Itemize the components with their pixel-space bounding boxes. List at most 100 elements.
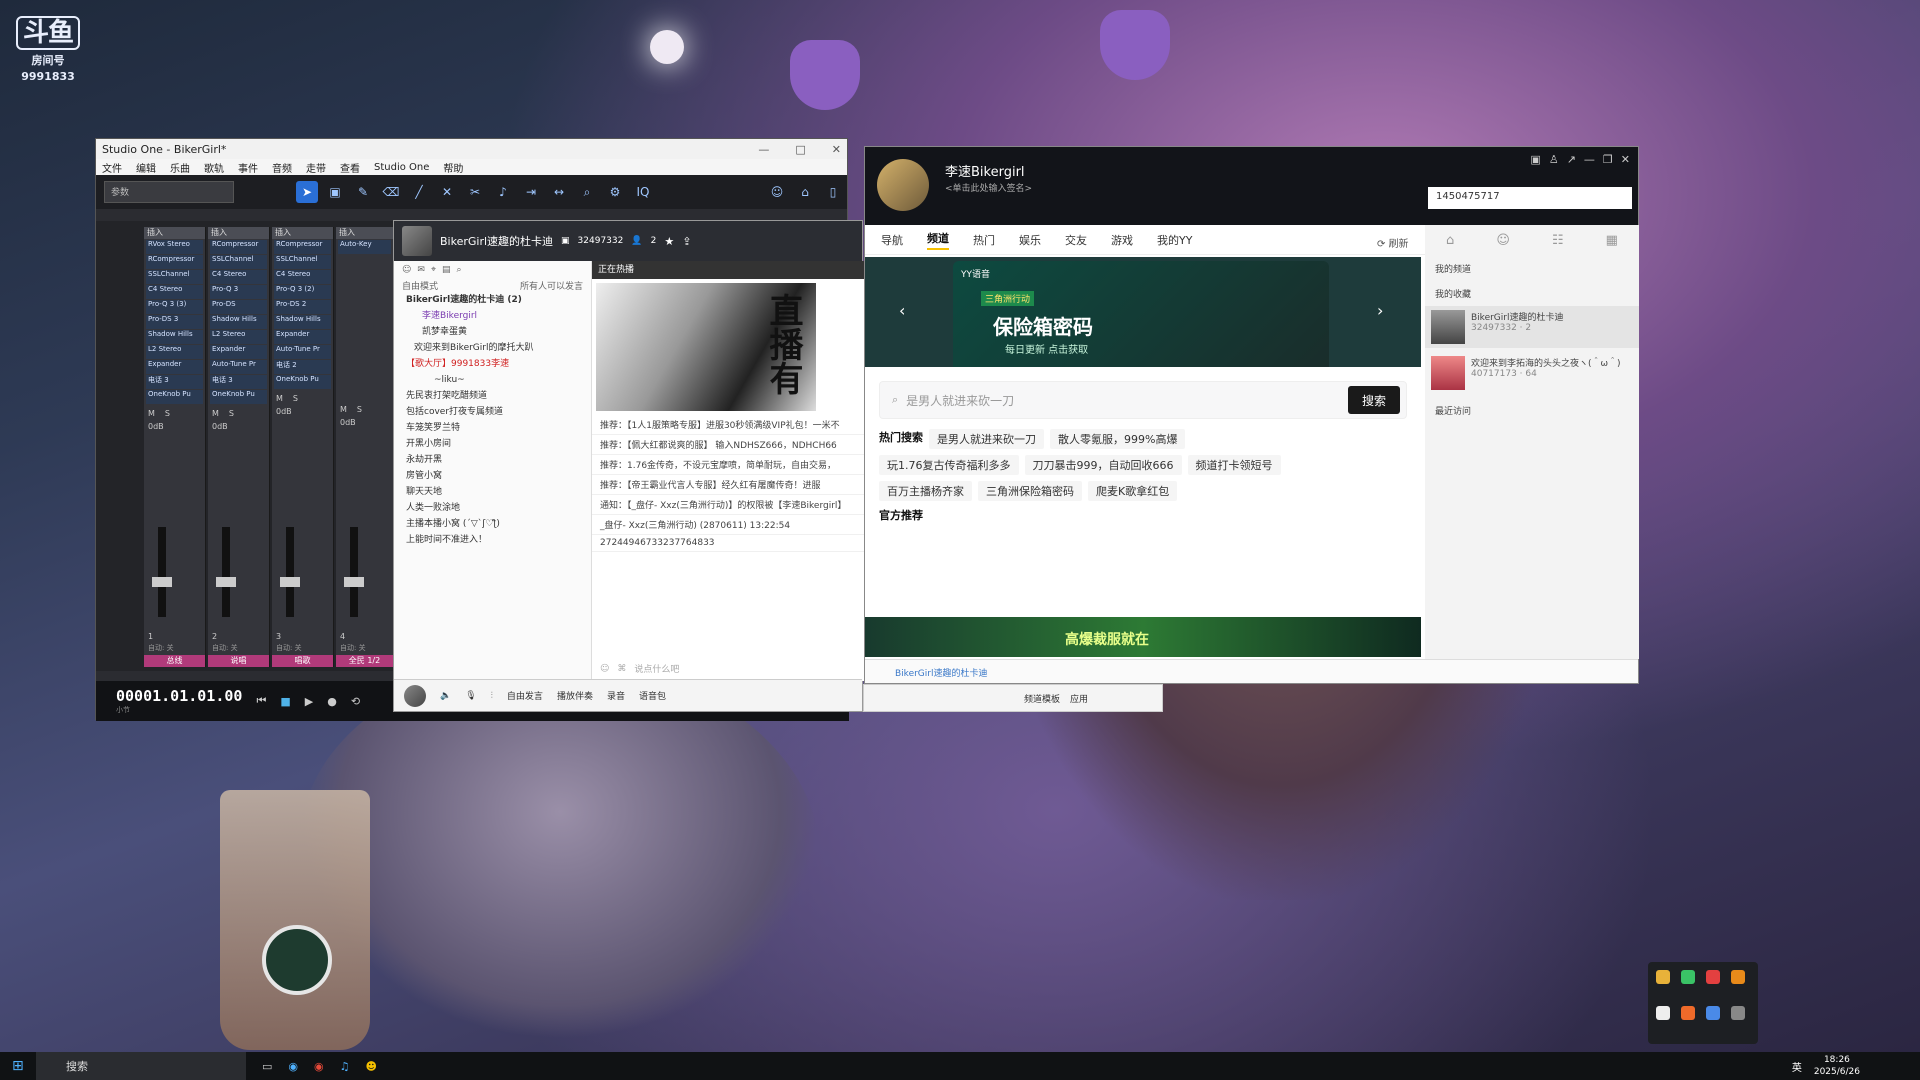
mute-button[interactable]: M: [276, 394, 283, 403]
emoji-icon[interactable]: ☺: [600, 664, 609, 674]
listen-tool-icon[interactable]: ♪: [492, 181, 514, 203]
range-tool-icon[interactable]: ▣: [324, 181, 346, 203]
shirt-icon[interactable]: ♙: [1549, 153, 1559, 166]
home-icon[interactable]: ⌂: [794, 181, 816, 203]
favorites-group[interactable]: 我的收藏: [1425, 281, 1639, 306]
maximize-icon[interactable]: □: [795, 143, 805, 156]
restore-icon[interactable]: ❐: [1603, 153, 1613, 166]
chevron-left-icon[interactable]: ‹: [899, 301, 905, 320]
hot-tag[interactable]: 爬麦K歌拿红包: [1088, 481, 1178, 501]
equalizer-icon[interactable]: ⫶: [491, 691, 493, 701]
self-avatar[interactable]: [404, 684, 426, 707]
zoom-icon[interactable]: ⌕: [576, 181, 598, 203]
fader-knob[interactable]: [216, 577, 236, 587]
channel-item[interactable]: 房管小窝: [394, 468, 591, 484]
insert-slot[interactable]: RCompressor: [274, 240, 331, 254]
profile-signature[interactable]: <单击此处输入签名>: [945, 181, 1032, 194]
hot-tag[interactable]: 刀刀暴击999，自动回收666: [1024, 455, 1182, 475]
channel-item[interactable]: 永劫开黑: [394, 452, 591, 468]
arrow-tool-icon[interactable]: ➤: [296, 181, 318, 203]
promo-banner[interactable]: YY语音 三角洲行动 保险箱密码 每日更新 点击获取 ‹ ›: [865, 257, 1421, 367]
insert-slot[interactable]: Auto-Key: [338, 240, 391, 254]
page-icon[interactable]: ▯: [822, 181, 844, 203]
windows-start-icon[interactable]: ⊞: [12, 1058, 24, 1074]
gamepad-icon[interactable]: ⌘: [617, 664, 626, 674]
speaker-icon[interactable]: 🔈: [440, 691, 451, 701]
live-thumbnail[interactable]: 直播有: [596, 283, 816, 411]
tray-app-icon[interactable]: [1681, 970, 1695, 984]
insert-slot[interactable]: RCompressor: [210, 240, 267, 254]
insert-slot[interactable]: Shadow Hills: [210, 315, 267, 329]
channel-item[interactable]: BikerGirl速趣的杜卡迪 (2): [394, 292, 591, 308]
hot-tag[interactable]: 散人零氪服，999%高爆: [1050, 429, 1186, 449]
solo-button[interactable]: S: [293, 394, 298, 403]
insert-slot[interactable]: Pro-Q 3 (3): [146, 300, 203, 314]
quantize-icon[interactable]: ↔: [548, 181, 570, 203]
fader-knob[interactable]: [152, 577, 172, 587]
insert-slot[interactable]: Expander: [274, 330, 331, 344]
insert-slot[interactable]: C4 Stereo: [210, 270, 267, 284]
tray-app-icon[interactable]: [1656, 1006, 1670, 1020]
studio-one-icon[interactable]: ♫: [340, 1060, 350, 1073]
auto-mode[interactable]: 自动: 关: [212, 643, 238, 653]
menu-song[interactable]: 乐曲: [170, 160, 190, 175]
profile-avatar[interactable]: [877, 159, 929, 211]
channel-item[interactable]: 聊天天地: [394, 484, 591, 500]
mute-button[interactable]: M: [340, 405, 347, 414]
tray-app-icon[interactable]: [1681, 1006, 1695, 1020]
volume-fader[interactable]: [158, 527, 166, 617]
insert-slot[interactable]: Expander: [146, 360, 203, 374]
insert-slot[interactable]: C4 Stereo: [146, 285, 203, 299]
channel-item[interactable]: ~liku~: [394, 372, 591, 388]
channel-item[interactable]: 【歌大厅】9991833李速: [394, 356, 591, 372]
insert-slot[interactable]: Pro-DS: [210, 300, 267, 314]
menu-audio[interactable]: 音频: [272, 160, 292, 175]
insert-slot[interactable]: 电话 3: [146, 375, 203, 389]
paint-tool-icon[interactable]: ╱: [408, 181, 430, 203]
mixer-strip-1[interactable]: 插入 RVox Stereo RCompressor SSLChannel C4…: [144, 227, 206, 667]
menu-transport[interactable]: 走带: [306, 160, 326, 175]
hot-tag[interactable]: 百万主播杨齐家: [879, 481, 972, 501]
apps-icon[interactable]: ▦: [1606, 233, 1618, 248]
yy-icon[interactable]: ☻: [366, 1060, 377, 1073]
voice-pack-button[interactable]: 语音包: [639, 689, 666, 702]
edge-icon[interactable]: ◉: [288, 1060, 298, 1073]
chat-input[interactable]: 说点什么吧: [634, 662, 679, 675]
channel-item[interactable]: 先民衷打架吃醋频道: [394, 388, 591, 404]
snap-icon[interactable]: ⇥: [520, 181, 542, 203]
mute-button[interactable]: M: [148, 409, 155, 418]
chevron-right-icon[interactable]: ›: [1377, 301, 1383, 320]
iq-icon[interactable]: IQ: [632, 181, 654, 203]
record-button[interactable]: 录音: [607, 689, 625, 702]
user-list-icon[interactable]: ☺: [402, 265, 411, 275]
minimize-icon[interactable]: —: [1584, 153, 1595, 166]
tray-app-icon[interactable]: [1731, 970, 1745, 984]
ime-indicator[interactable]: 英: [1792, 1059, 1802, 1074]
hot-tag[interactable]: 三角洲保险箱密码: [978, 481, 1082, 501]
user-icon[interactable]: ☺: [766, 181, 788, 203]
studio-one-titlebar[interactable]: Studio One - BikerGirl* — □ ✕: [96, 139, 847, 159]
menu-help[interactable]: 帮助: [443, 160, 463, 175]
insert-slot[interactable]: Pro-Q 3 (2): [274, 285, 331, 299]
contacts-icon[interactable]: ☺: [1496, 233, 1510, 248]
auto-mode[interactable]: 自动: 关: [276, 643, 302, 653]
mixer-strip-2[interactable]: 插入 RCompressor SSLChannel C4 Stereo Pro-…: [208, 227, 270, 667]
mixer-strip-3[interactable]: 插入 RCompressor SSLChannel C4 Stereo Pro-…: [272, 227, 334, 667]
free-speak-button[interactable]: 自由发言: [507, 689, 543, 702]
play-icon[interactable]: ▶: [305, 695, 313, 708]
search-icon[interactable]: ⌕: [457, 265, 462, 275]
channel-item[interactable]: 欢迎来到BikerGirl的摩托大趴: [394, 340, 591, 356]
insert-slot[interactable]: Auto-Tune Pr: [210, 360, 267, 374]
mic-icon[interactable]: 🎙: [465, 691, 476, 701]
channel-user[interactable]: 李速Bikergirl: [394, 308, 591, 324]
menu-edit[interactable]: 编辑: [136, 160, 156, 175]
volume-fader[interactable]: [286, 527, 294, 617]
star-icon[interactable]: ★: [664, 235, 674, 248]
accompaniment-button[interactable]: 播放伴奏: [557, 689, 593, 702]
favorite-room[interactable]: 欢迎来到李拓海的头头之夜ヽ(＾ω＾) 40717173 · 64: [1425, 352, 1639, 394]
insert-slot[interactable]: L2 Stereo: [146, 345, 203, 359]
footer-channel-link[interactable]: BikerGirl速趣的杜卡迪: [895, 669, 987, 679]
mute-button[interactable]: M: [212, 409, 219, 418]
taskbar-search[interactable]: 搜索: [36, 1052, 246, 1080]
menu-studio-one[interactable]: Studio One: [374, 162, 429, 173]
